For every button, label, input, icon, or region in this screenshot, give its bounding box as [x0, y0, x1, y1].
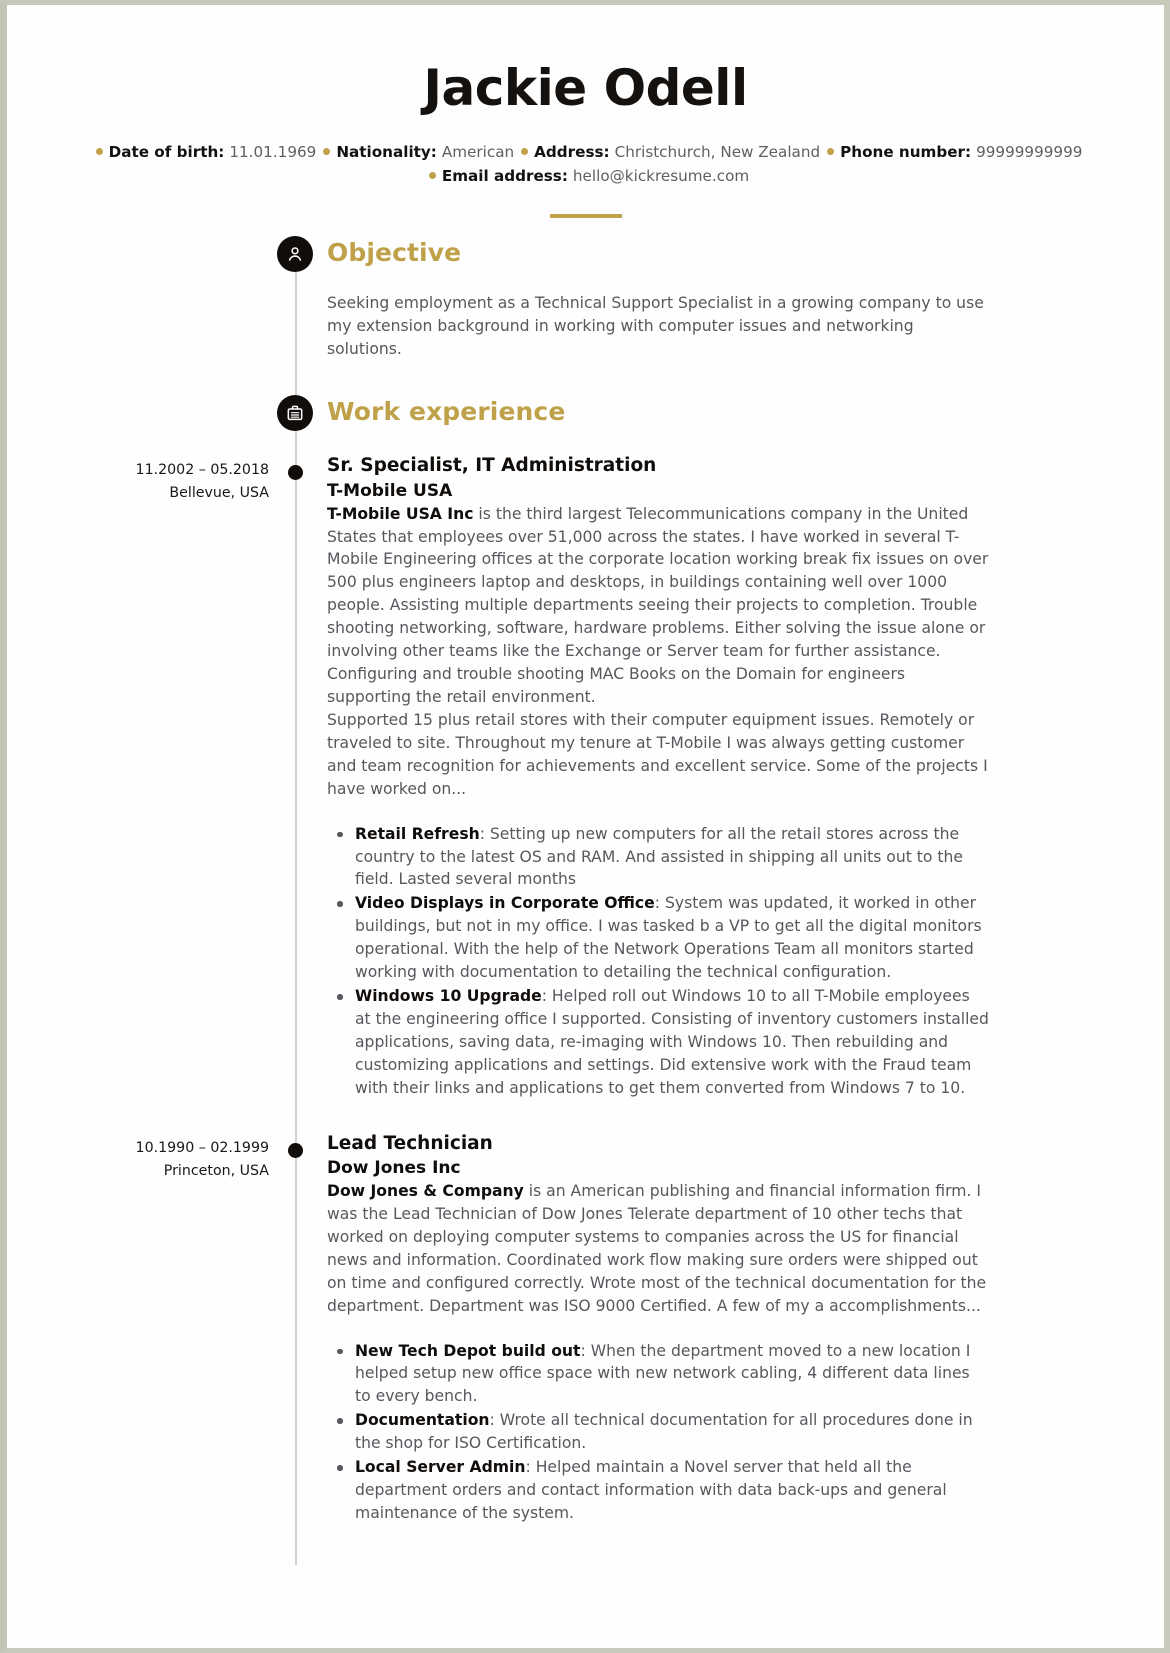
section-objective: Objective Seeking employment as a Techni… — [7, 236, 1164, 361]
job-achievement-list: New Tech Depot build out: When the depar… — [327, 1340, 989, 1525]
section-body-objective: Seeking employment as a Technical Suppor… — [327, 286, 989, 361]
contact-label: Email address: — [441, 166, 568, 185]
contact-line-secondary: Email address: hello@kickresume.com — [7, 165, 1164, 189]
achievement-label: Local Server Admin — [355, 1458, 526, 1477]
list-item: Video Displays in Corporate Office: Syst… — [337, 892, 989, 984]
contact-item: Phone number: 99999999999 — [840, 143, 1082, 161]
timeline-dot — [288, 465, 303, 481]
achievement-label: Video Displays in Corporate Office — [355, 894, 655, 913]
job-entry: 11.2002 – 05.2018 Bellevue, USA Sr. Specia… — [7, 455, 1164, 1099]
contact-details: Date of birth: 11.01.1969 Nationality: Amer… — [7, 141, 1164, 188]
contact-item: Address: Christchurch, New Zealand — [534, 143, 820, 161]
list-item: Windows 10 Upgrade: Helped roll out Wind… — [337, 985, 989, 1100]
job-spacer — [7, 1101, 1164, 1121]
page-title: Jackie Odell — [423, 59, 748, 117]
contact-item: Date of birth: 11.01.1969 — [109, 143, 317, 161]
person-icon — [277, 236, 313, 273]
contact-value: 99999999999 — [976, 143, 1083, 161]
contact-line-primary: Date of birth: 11.01.1969 Nationality: Amer… — [7, 141, 1164, 165]
job-location: Bellevue, USA — [169, 485, 269, 502]
job-description-lead: T-Mobile USA Inc — [327, 504, 474, 523]
resume-body: Objective Seeking employment as a Techni… — [7, 236, 1164, 1565]
achievement-label: Windows 10 Upgrade — [355, 987, 542, 1006]
achievement-label: New Tech Depot build out — [355, 1341, 581, 1360]
contact-separator-dot — [323, 148, 331, 155]
contact-separator-dot — [521, 148, 529, 155]
job-date-range: 10.1990 – 02.1999 Princeton, USA — [7, 1137, 269, 1183]
contact-separator-dot — [428, 171, 436, 179]
contact-value: 11.01.1969 — [229, 143, 317, 161]
job-company: T-Mobile USA — [327, 480, 453, 501]
contact-label: Address: — [534, 143, 610, 161]
job-location: Princeton, USA — [163, 1162, 269, 1179]
job-description: Dow Jones & Company is an American publi… — [327, 1181, 987, 1315]
job-description: T-Mobile USA Inc is the third largest Te… — [327, 504, 989, 798]
contact-item: Email address: hello@kickresume.com — [442, 167, 749, 185]
list-item: New Tech Depot build out: When the depar… — [337, 1340, 989, 1409]
contact-value: hello@kickresume.com — [572, 166, 750, 185]
timeline-dot — [288, 1142, 303, 1158]
achievement-label: Documentation — [355, 1411, 490, 1430]
contact-label: Phone number: — [840, 143, 972, 161]
job-description-lead: Dow Jones & Company — [327, 1181, 524, 1200]
resume-sheet: Jackie Odell Date of birth: 11.01.1969 Nat… — [7, 5, 1164, 1648]
contact-label: Nationality: — [336, 143, 437, 161]
job-dates-text: 10.1990 – 02.1999 — [135, 1139, 269, 1156]
contact-separator-dot — [827, 148, 835, 155]
job-dates-text: 11.2002 – 05.2018 — [135, 462, 269, 479]
job-date-range: 11.2002 – 05.2018 Bellevue, USA — [7, 459, 269, 505]
contact-label: Date of birth: — [108, 143, 225, 161]
job-entry: 10.1990 – 02.1999 Princeton, USA Lead Tech… — [7, 1133, 1164, 1525]
section-header-work-experience: Work experience — [7, 395, 1164, 443]
objective-text: Seeking employment as a Technical Suppor… — [327, 294, 984, 359]
achievement-label: Retail Refresh — [355, 824, 480, 843]
job-description-extra: Supported 15 plus retail stores with the… — [327, 710, 988, 798]
job-company: Dow Jones Inc — [327, 1157, 461, 1178]
contact-value: Christchurch, New Zealand — [614, 143, 821, 161]
list-item: Retail Refresh: Setting up new computers… — [337, 823, 989, 892]
section-work-experience: Work experience 11.2002 – 05.2018 Bellevu… — [7, 395, 1164, 1525]
job-title: Lead Technician — [327, 1132, 493, 1154]
job-description-extra: Configuring and trouble shooting MAC Boo… — [327, 665, 906, 707]
section-title-objective: Objective — [327, 238, 462, 268]
work-experience-list: 11.2002 – 05.2018 Bellevue, USA Sr. Specia… — [7, 455, 1164, 1525]
list-item: Documentation: Wrote all technical docum… — [337, 1409, 989, 1455]
list-item: Local Server Admin: Helped maintain a No… — [337, 1456, 989, 1525]
section-header-objective: Objective — [7, 236, 1164, 284]
job-achievement-list: Retail Refresh: Setting up new computers… — [327, 823, 989, 1100]
contact-separator-dot — [95, 148, 103, 155]
briefcase-icon — [277, 395, 313, 432]
contact-item: Nationality: American — [336, 143, 514, 161]
header-divider — [549, 214, 622, 219]
contact-value: American — [441, 143, 515, 161]
job-title: Sr. Specialist, IT Administration — [327, 455, 657, 477]
section-title-work-experience: Work experience — [327, 397, 566, 427]
resume-header: Jackie Odell Date of birth: 11.01.1969 Nat… — [7, 5, 1164, 219]
resume-page: Jackie Odell Date of birth: 11.01.1969 Nat… — [0, 0, 1170, 1653]
